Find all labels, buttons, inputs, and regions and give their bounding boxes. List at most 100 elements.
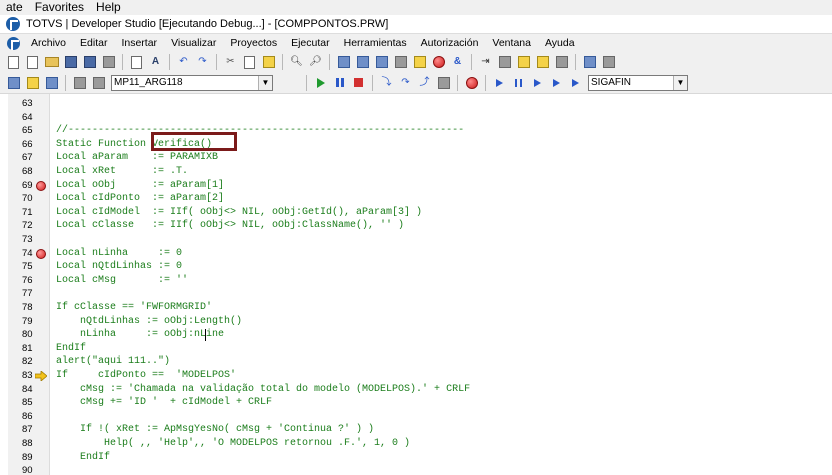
code-line[interactable]: Local cIdModel := IIf( oObj<> NIL, oObj:… <box>56 206 832 220</box>
code-line[interactable]: Local nLinha := 0 <box>56 247 832 261</box>
window-layout-icon[interactable] <box>601 54 617 70</box>
menu-proyectos[interactable]: Proyectos <box>225 34 286 52</box>
code-line[interactable]: If cClasse == 'FWFORMGRID' <box>56 301 832 315</box>
code-line[interactable]: alert("aqui 111..") <box>56 355 832 369</box>
rpo-inspect-icon[interactable] <box>72 75 88 91</box>
step-into-icon[interactable]: ⤵ <box>379 75 395 91</box>
code-line[interactable]: Local oObj := aParam[1] <box>56 179 832 193</box>
code-line[interactable]: cMsg := 'Chamada na validação total do m… <box>56 383 832 397</box>
run-to-cursor-icon[interactable] <box>436 75 452 91</box>
breakpoint-icon[interactable] <box>464 75 480 91</box>
paste-icon[interactable] <box>261 54 277 70</box>
find-icon[interactable]: 🔍︎ <box>289 54 305 70</box>
code-line[interactable] <box>56 233 832 247</box>
patch-icon[interactable] <box>431 54 447 70</box>
stop-icon[interactable] <box>351 75 367 91</box>
code-line[interactable]: Local aParam := PARAMIXB <box>56 151 832 165</box>
indent-icon[interactable]: ⇥ <box>478 54 494 70</box>
menu-ventana[interactable]: Ventana <box>487 34 540 52</box>
environment-select[interactable]: MP11_ARG118 ▼ <box>111 74 273 91</box>
window-title-bar: TOTVS | Developer Studio [Ejecutando Deb… <box>0 15 832 34</box>
redo-icon[interactable]: ↷ <box>195 54 211 70</box>
step-out-icon[interactable]: ⤴ <box>417 75 433 91</box>
code-line[interactable] <box>56 464 832 475</box>
code-editor[interactable]: //--------------------------------------… <box>0 94 832 475</box>
compile-icon[interactable] <box>355 54 371 70</box>
menu-autorizacion[interactable]: Autorización <box>416 34 488 52</box>
code-line[interactable] <box>56 287 832 301</box>
pause-small-icon[interactable] <box>511 75 527 91</box>
code-line[interactable]: Local cIdPonto := aParam[2] <box>56 192 832 206</box>
code-line[interactable]: Local cClasse := IIf( oObj<> NIL, oObj:C… <box>56 219 832 233</box>
new-file-icon[interactable] <box>6 54 22 70</box>
inspect-icon[interactable]: & <box>450 54 466 70</box>
browser-menu-help[interactable]: Help <box>90 0 127 15</box>
browser-menu-bar: ate Favorites Help <box>0 0 832 15</box>
code-line[interactable] <box>56 111 832 125</box>
save-icon[interactable] <box>63 54 79 70</box>
chevron-down-icon[interactable]: ▼ <box>258 75 272 90</box>
save-all-icon[interactable] <box>82 54 98 70</box>
open-folder-icon[interactable] <box>44 54 60 70</box>
line-number: 82 <box>22 356 33 368</box>
next-bookmark-icon[interactable] <box>535 54 551 70</box>
bookmark-icon[interactable] <box>516 54 532 70</box>
menu-editar[interactable]: Editar <box>75 34 116 52</box>
browser-menu-favorites[interactable]: Favorites <box>29 0 90 15</box>
find-next-icon[interactable]: 🔎︎ <box>308 54 324 70</box>
toolbar-separator <box>457 74 458 91</box>
menu-archivo[interactable]: Archivo <box>26 34 75 52</box>
breakpoint-icon[interactable] <box>36 180 46 191</box>
cut-icon[interactable]: ✂ <box>223 54 239 70</box>
code-line[interactable] <box>56 97 832 111</box>
code-line[interactable]: nQtdLinhas := oObj:Length() <box>56 315 832 329</box>
compile-all-icon[interactable] <box>374 54 390 70</box>
code-line[interactable] <box>56 410 832 424</box>
browser-menu-tools[interactable]: ate <box>0 0 29 15</box>
step-play-icon[interactable] <box>530 75 546 91</box>
code-line[interactable]: Local cMsg := '' <box>56 274 832 288</box>
font-icon[interactable]: A <box>148 54 164 70</box>
next-play-icon[interactable] <box>549 75 565 91</box>
code-line[interactable]: nLinha := oObj:nLine <box>56 328 832 342</box>
system-select[interactable]: SIGAFIN ▼ <box>588 74 688 91</box>
server-icon[interactable] <box>25 75 41 91</box>
play-icon[interactable] <box>492 75 508 91</box>
code-line[interactable]: If !( xRet := ApMsgYesNo( cMsg + 'Contin… <box>56 423 832 437</box>
code-line[interactable]: Local nQtdLinhas := 0 <box>56 260 832 274</box>
totvs-menu-icon[interactable] <box>7 36 20 50</box>
code-line[interactable]: EndIf <box>56 342 832 356</box>
code-line[interactable]: Help( ,, 'Help',, 'O MODELPOS retornou .… <box>56 437 832 451</box>
chevron-down-icon[interactable]: ▼ <box>673 75 687 90</box>
grid-view-icon[interactable] <box>582 54 598 70</box>
toolbar-separator <box>471 54 472 70</box>
list-icon[interactable] <box>393 54 409 70</box>
run-icon[interactable] <box>313 75 329 91</box>
menu-herramientas[interactable]: Herramientas <box>339 34 416 52</box>
code-pane[interactable]: //--------------------------------------… <box>50 94 832 475</box>
menu-ayuda[interactable]: Ayuda <box>540 34 584 52</box>
undo-icon[interactable]: ↶ <box>176 54 192 70</box>
project-icon[interactable] <box>336 54 352 70</box>
code-line[interactable]: Local xRet := .T. <box>56 165 832 179</box>
rpo-icon[interactable] <box>412 54 428 70</box>
breakpoint-icon[interactable] <box>36 248 46 259</box>
code-line[interactable]: If cIdPonto == 'MODELPOS' <box>56 369 832 383</box>
step-over-icon[interactable]: ↷ <box>398 75 414 91</box>
new-project-icon[interactable] <box>25 54 41 70</box>
pause-icon[interactable] <box>332 75 348 91</box>
skip-icon[interactable] <box>568 75 584 91</box>
outdent-icon[interactable] <box>497 54 513 70</box>
menu-ejecutar[interactable]: Ejecutar <box>286 34 339 52</box>
copy-icon[interactable] <box>242 54 258 70</box>
close-file-icon[interactable] <box>101 54 117 70</box>
print-preview-icon[interactable] <box>129 54 145 70</box>
environment-config-icon[interactable] <box>6 75 22 91</box>
clear-bookmarks-icon[interactable] <box>554 54 570 70</box>
patch-apply-icon[interactable] <box>91 75 107 91</box>
menu-insertar[interactable]: Insertar <box>116 34 166 52</box>
connect-icon[interactable] <box>44 75 60 91</box>
menu-visualizar[interactable]: Visualizar <box>166 34 225 52</box>
code-line[interactable]: EndIf <box>56 451 832 465</box>
code-line[interactable]: cMsg += 'ID ' + cIdModel + CRLF <box>56 396 832 410</box>
